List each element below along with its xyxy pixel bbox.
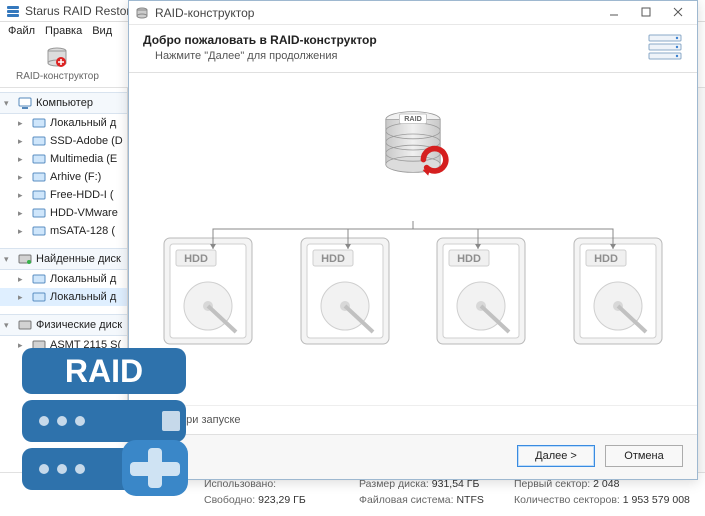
raid-constructor-dialog: RAID-конструктор Добро пожаловать в RAID… — [128, 0, 698, 480]
next-button[interactable]: Далее > — [517, 445, 595, 467]
raid-constructor-button[interactable]: RAID-конструктор — [8, 43, 107, 84]
tree-item[interactable]: ▸Free-HDD-I ( — [0, 186, 127, 204]
tree-item[interactable]: ▸Multimedia (E — [0, 150, 127, 168]
chevron-down-icon: ▾ — [4, 98, 14, 109]
tree-group-physical[interactable]: ▾ Физические диск — [0, 314, 127, 336]
menu-file[interactable]: Файл — [8, 25, 35, 37]
tree-group-computer[interactable]: ▾ Компьютер — [0, 92, 127, 114]
chevron-down-icon: ▾ — [4, 320, 14, 331]
status-fs-value: NTFS — [456, 494, 483, 506]
physical-disks-icon — [18, 318, 32, 332]
tree-group-found[interactable]: ▾ Найденные диск — [0, 248, 127, 270]
dialog-subheading: Нажмите "Далее" для продолжения — [155, 50, 377, 62]
status-fs-label: Файловая система: — [359, 494, 454, 506]
svg-text:RAID: RAID — [404, 114, 422, 123]
close-button[interactable] — [663, 3, 693, 21]
status-free-label: Свободно: — [204, 494, 255, 506]
tree-item[interactable]: ▸Arhive (F:) — [0, 168, 127, 186]
dialog-heading: Добро пожаловать в RAID-конструктор — [143, 33, 377, 47]
dialog-button-row: Далее > Отмена — [129, 434, 697, 479]
dialog-options-row: тер при запуске — [129, 405, 697, 434]
dialog-icon — [135, 6, 149, 20]
drive-icon — [32, 116, 46, 130]
status-nsec-label: Количество секторов: — [514, 494, 620, 506]
server-stack-icon — [647, 33, 683, 61]
chevron-right-icon: ▸ — [18, 118, 28, 129]
status-free-value: 923,29 ГБ — [258, 494, 306, 506]
tree-item[interactable]: ▸mSATA-128 ( — [0, 222, 127, 240]
found-disks-icon — [18, 252, 32, 266]
raid-constructor-icon — [45, 46, 69, 70]
tree-item[interactable]: ▸Локальный д — [0, 270, 127, 288]
computer-icon — [18, 96, 32, 110]
maximize-button[interactable] — [631, 3, 661, 21]
dialog-title: RAID-конструктор — [155, 6, 254, 20]
dialog-titlebar[interactable]: RAID-конструктор — [129, 1, 697, 25]
raid-connectors — [153, 221, 673, 261]
raid-stack-icon: RAID — [377, 101, 449, 191]
tree-item[interactable]: ▸SSD-Adobe (D — [0, 132, 127, 150]
dialog-body: RAID HDD HDD HDD — [129, 73, 697, 405]
app-icon — [6, 4, 20, 18]
raid-product-logo: RAID — [14, 340, 194, 500]
tree-item[interactable]: ▸HDD-VMware — [0, 204, 127, 222]
chevron-down-icon: ▾ — [4, 254, 14, 265]
minimize-button[interactable] — [599, 3, 629, 21]
status-nsec-value: 1 953 579 008 — [623, 494, 690, 506]
dialog-header: Добро пожаловать в RAID-конструктор Нажм… — [129, 25, 697, 73]
menu-edit[interactable]: Правка — [45, 25, 82, 37]
svg-text:RAID: RAID — [65, 353, 143, 389]
startup-checkbox[interactable]: тер при запуске — [143, 414, 683, 426]
raid-constructor-label: RAID-конструктор — [16, 71, 99, 82]
menu-view[interactable]: Вид — [92, 25, 112, 37]
cancel-button[interactable]: Отмена — [605, 445, 683, 467]
tree-item[interactable]: ▸Локальный д — [0, 114, 127, 132]
tree-item[interactable]: ▸Локальный д — [0, 288, 127, 306]
